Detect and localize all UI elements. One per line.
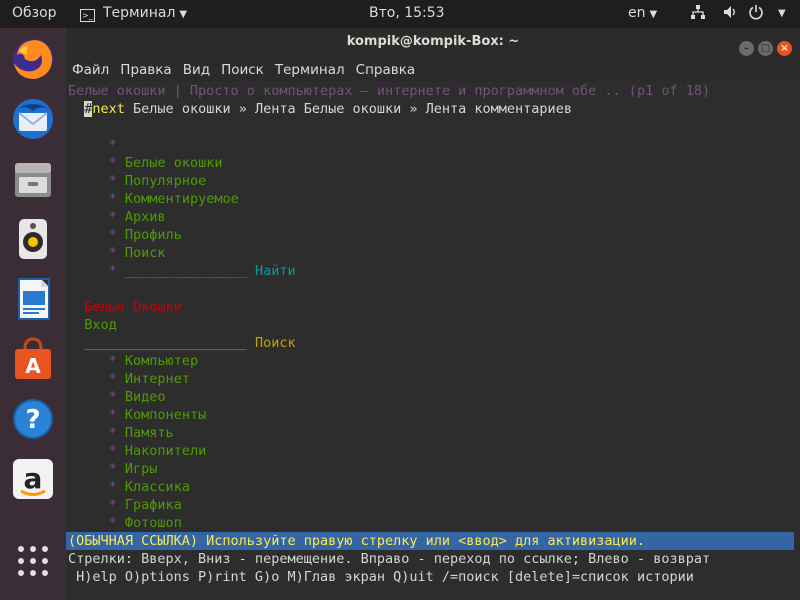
- list-item: * Поиск: [108, 245, 166, 261]
- category-link[interactable]: Компоненты: [125, 407, 206, 423]
- list-item: * Фотошоп: [108, 515, 182, 531]
- list-item: * Интернет: [108, 371, 190, 387]
- terminal-icon: >_: [80, 9, 95, 22]
- menu-edit[interactable]: Правка: [114, 56, 176, 78]
- menu-link[interactable]: Популярное: [125, 173, 206, 189]
- search-button[interactable]: Поиск: [255, 335, 296, 351]
- keyboard-layout-label: en: [628, 5, 646, 21]
- list-item: * Память: [108, 425, 174, 441]
- rhythmbox-icon[interactable]: [9, 215, 57, 263]
- search-button[interactable]: Найти: [255, 263, 296, 279]
- libreoffice-writer-icon[interactable]: [9, 275, 57, 323]
- list-item: * Компоненты: [108, 407, 207, 423]
- menu-help[interactable]: Справка: [350, 56, 420, 78]
- status-line: (ОБЫЧНАЯ ССЫЛКА) Используйте правую стре…: [66, 532, 800, 550]
- power-icon[interactable]: [748, 4, 764, 24]
- menu-search[interactable]: Поиск: [215, 56, 269, 78]
- svg-text:?: ?: [25, 405, 40, 435]
- chevron-down-icon: ▼: [649, 9, 658, 20]
- close-button[interactable]: ×: [777, 41, 792, 56]
- menu-terminal[interactable]: Терминал: [269, 56, 350, 78]
- menu-link[interactable]: Поиск: [125, 245, 166, 261]
- list-item: * Белые окошки: [108, 155, 223, 171]
- network-icon[interactable]: [690, 4, 706, 24]
- page-header-line: Белые окошки | Просто о компьютерах — ин…: [68, 83, 711, 99]
- list-item: * Комментируемое: [108, 191, 239, 207]
- list-item: * Популярное: [108, 173, 207, 189]
- help-line-commands: H)elp O)ptions P)rint G)o M)Глав экран Q…: [68, 569, 694, 585]
- scrollbar[interactable]: [794, 82, 800, 600]
- files-icon[interactable]: [9, 155, 57, 203]
- list-item: * Компьютер: [108, 353, 199, 369]
- category-link[interactable]: Игры: [125, 461, 158, 477]
- firefox-icon[interactable]: [9, 35, 57, 83]
- window-title: kompik@kompik-Box: ~: [346, 34, 520, 49]
- terminal-content[interactable]: Белые окошки | Просто о компьютерах — ин…: [66, 82, 800, 600]
- list-item: * Игры: [108, 461, 158, 477]
- thunderbird-icon[interactable]: [9, 95, 57, 143]
- category-link[interactable]: Классика: [125, 479, 190, 495]
- menu-link[interactable]: Белые окошки: [125, 155, 223, 171]
- search-input[interactable]: ____________________: [84, 335, 247, 351]
- menu-view[interactable]: Вид: [177, 56, 215, 78]
- clock[interactable]: Вто, 15:53: [369, 5, 445, 21]
- menu-link[interactable]: Архив: [125, 209, 166, 225]
- help-icon[interactable]: ?: [9, 395, 57, 443]
- list-item: * Накопители: [108, 443, 207, 459]
- category-link[interactable]: Интернет: [125, 371, 190, 387]
- maximize-button[interactable]: □: [758, 41, 773, 56]
- svg-text:a: a: [24, 462, 43, 495]
- software-center-icon[interactable]: A: [9, 335, 57, 383]
- menu-file[interactable]: Файл: [66, 56, 114, 78]
- category-link[interactable]: Фотошоп: [125, 515, 182, 531]
- next-link[interactable]: next: [92, 101, 125, 117]
- category-link[interactable]: Видео: [125, 389, 166, 405]
- search-row: ____________________ Поиск: [68, 334, 296, 352]
- svg-text:A: A: [25, 354, 41, 378]
- launcher: A ? a: [0, 28, 66, 600]
- site-title: Белые Окошки: [84, 299, 182, 315]
- nav-line: #next Белые окошки » Лента Белые окошки …: [68, 100, 572, 118]
- chevron-down-icon: ▼: [179, 9, 188, 20]
- top-panel: Обзор >_ Терминал ▼ Вто, 15:53 en ▼ ▼: [0, 0, 800, 28]
- window-titlebar[interactable]: kompik@kompik-Box: ~ – □ ×: [66, 28, 800, 56]
- terminal-window: kompik@kompik-Box: ~ – □ × Файл Правка Вид По…: [66, 28, 800, 600]
- search-input[interactable]: _______________: [125, 263, 247, 279]
- nav-breadcrumbs: Белые окошки » Лента Белые окошки » Лент…: [124, 101, 572, 117]
- menu-link[interactable]: Профиль: [125, 227, 182, 243]
- app-menu-button[interactable]: >_ Терминал ▼: [80, 5, 187, 22]
- menubar: Файл Правка Вид Поиск Терминал Справка: [66, 56, 800, 82]
- login-link[interactable]: Вход: [68, 316, 117, 334]
- chevron-down-icon[interactable]: ▼: [778, 8, 786, 19]
- list-item: * _______________ Найти: [108, 263, 296, 279]
- list-item: * Графика: [108, 497, 182, 513]
- activities-button[interactable]: Обзор: [12, 5, 57, 21]
- volume-icon[interactable]: [722, 4, 738, 24]
- amazon-icon[interactable]: a: [9, 455, 57, 503]
- list-item: * Классика: [108, 479, 190, 495]
- show-apps-icon[interactable]: [9, 537, 57, 585]
- help-line-navigation: Стрелки: Вверх, Вниз - перемещение. Впра…: [68, 551, 711, 567]
- category-link[interactable]: Накопители: [125, 443, 206, 459]
- category-link[interactable]: Компьютер: [125, 353, 198, 369]
- keyboard-layout-indicator[interactable]: en ▼: [628, 5, 657, 21]
- category-link[interactable]: Память: [125, 425, 174, 441]
- menu-link[interactable]: Комментируемое: [125, 191, 239, 207]
- list-item: * Видео: [108, 389, 166, 405]
- minimize-button[interactable]: –: [739, 41, 754, 56]
- app-menu-label: Терминал: [103, 5, 176, 21]
- list-item: * Архив: [108, 209, 166, 225]
- list-item: * Профиль: [108, 227, 182, 243]
- menu-empty-bullet: *: [108, 137, 117, 153]
- category-link[interactable]: Графика: [125, 497, 182, 513]
